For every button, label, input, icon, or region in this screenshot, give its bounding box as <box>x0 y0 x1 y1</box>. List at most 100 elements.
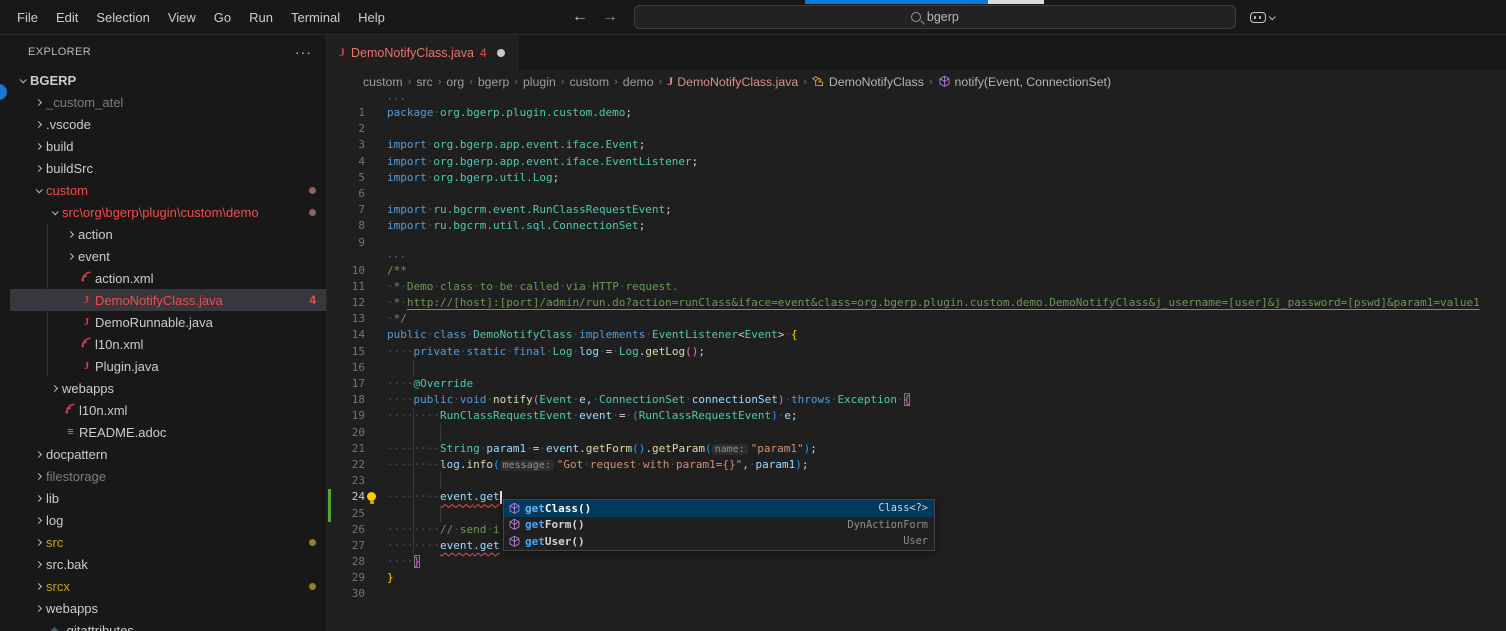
breadcrumb-org[interactable]: org <box>446 75 464 89</box>
tree-item--vscode[interactable]: .vscode <box>10 113 326 135</box>
tree-item--custom-atel[interactable]: _custom_atel <box>10 91 326 113</box>
code-line-4: 4import·org.bgerp.app.event.iface.EventL… <box>327 154 1506 170</box>
tab-dirty-dot[interactable] <box>497 49 505 57</box>
copilot-menu[interactable] <box>1250 12 1274 23</box>
line-content: ········String·param1·=·event.getForm().… <box>387 441 817 457</box>
whitespace-dot: · <box>599 345 606 358</box>
code-line-5: 5import·org.bgerp.util.Log; <box>327 170 1506 186</box>
nav-back-button[interactable]: ← <box>572 8 588 26</box>
tree-item-label: README.adoc <box>79 425 166 440</box>
glyph-margin <box>365 279 387 295</box>
tree-item-docpattern[interactable]: docpattern <box>10 443 326 465</box>
chevron-right-icon <box>62 232 78 237</box>
command-center-search[interactable]: bgerp <box>634 5 1236 29</box>
breadcrumb-method[interactable]: notify(Event, ConnectionSet) <box>938 75 1112 89</box>
tree-item--gitattributes[interactable]: ◆.gitattributes <box>10 619 326 631</box>
tree-item-demorunnable-java[interactable]: JDemoRunnable.java <box>10 311 326 333</box>
tree-item-custom[interactable]: custom <box>10 179 326 201</box>
line-content: ········//·send·i <box>387 522 500 538</box>
line-content: ··· <box>387 93 406 105</box>
tree-item-src[interactable]: src <box>10 531 326 553</box>
tree-item-plugin-java[interactable]: JPlugin.java <box>10 355 326 377</box>
token: ·=· <box>526 442 546 455</box>
tree-item-log[interactable]: log <box>10 509 326 531</box>
suggest-item-getuser[interactable]: getUser() User <box>504 533 934 550</box>
breadcrumb-bgerp[interactable]: bgerp <box>478 75 509 89</box>
lightbulb-icon[interactable] <box>367 492 376 501</box>
tree-item-src-bak[interactable]: src.bak <box>10 553 326 575</box>
suggest-label: getUser() <box>525 535 585 548</box>
breadcrumb-file[interactable]: JDemoNotifyClass.java <box>667 74 798 89</box>
tree-item-action-xml[interactable]: action.xml <box>10 267 326 289</box>
tree-item-event[interactable]: event <box>10 245 326 267</box>
breadcrumb-src[interactable]: src <box>416 75 432 89</box>
tree-item-readme-adoc[interactable]: ≡README.adoc <box>10 421 326 443</box>
token: · <box>453 393 460 406</box>
breadcrumb-separator: › <box>561 76 565 88</box>
tree-item-buildsrc[interactable]: buildSrc <box>10 157 326 179</box>
breadcrumb-demo[interactable]: demo <box>623 75 654 89</box>
menu-item-view[interactable]: View <box>159 6 205 29</box>
tree-item-label: log <box>46 513 63 528</box>
tree-item-filestorage[interactable]: filestorage <box>10 465 326 487</box>
nav-forward-button[interactable]: → <box>602 8 618 26</box>
token: notify <box>493 393 533 406</box>
whitespace-dot: · <box>493 280 500 293</box>
breadcrumb-plugin[interactable]: plugin <box>523 75 556 89</box>
java-file-icon: J <box>667 74 673 89</box>
tree-item-webapps[interactable]: webapps <box>10 377 326 399</box>
menu-item-terminal[interactable]: Terminal <box>282 6 349 29</box>
tree-item-demonotifyclass-java[interactable]: JDemoNotifyClass.java4 <box>10 289 326 311</box>
breadcrumb-custom[interactable]: custom <box>363 75 403 89</box>
tree-item-decorations <box>309 187 316 194</box>
glyph-margin <box>365 570 387 586</box>
tab-error-badge: 4 <box>480 46 487 60</box>
token: ) <box>795 458 802 471</box>
line-content: ····public·void·notify(Event·e,·Connecti… <box>387 392 910 408</box>
explorer-more-actions-button[interactable]: ··· <box>295 44 312 60</box>
token: . <box>473 490 480 503</box>
token: RunClassRequestEvent <box>440 409 572 422</box>
suggest-item-getclass[interactable]: getClass()Class<?> <box>504 500 934 517</box>
code-line-21: 21········String·param1·=·event.getForm(… <box>327 441 1506 457</box>
line-number: 14 <box>327 327 365 343</box>
menu-item-help[interactable]: Help <box>349 6 394 29</box>
breadcrumb-custom[interactable]: custom <box>569 75 609 89</box>
code-line-23: 23 <box>327 473 1506 489</box>
tree-item-build[interactable]: build <box>10 135 326 157</box>
breadcrumb-class[interactable]: DemoNotifyClass <box>812 75 924 89</box>
token: ,· <box>586 393 599 406</box>
tree-item-decorations <box>309 209 316 216</box>
whitespace-dot: · <box>400 296 407 309</box>
code-editor[interactable]: ···1package·org.bgerp.plugin.custom.demo… <box>327 93 1506 631</box>
file-tree: BGERP _custom_atel .vscodebuildbuildSrccus… <box>10 69 326 631</box>
java-file-icon: J <box>78 294 95 306</box>
token: } <box>387 571 394 584</box>
menu-item-go[interactable]: Go <box>205 6 240 29</box>
tree-item-lib[interactable]: lib <box>10 487 326 509</box>
menu-bar: FileEditSelectionViewGoRunTerminalHelp <box>8 6 394 29</box>
menu-item-run[interactable]: Run <box>240 6 282 29</box>
tree-item-src-org-bgerp-plugin-custom-demo[interactable]: src\org\bgerp\plugin\custom\demo <box>10 201 326 223</box>
suggest-item-getform[interactable]: getForm()DynActionForm <box>504 517 934 534</box>
menu-item-selection[interactable]: Selection <box>87 6 158 29</box>
token: ; <box>665 203 672 216</box>
tree-item-l10n-xml[interactable]: l10n.xml <box>10 399 326 421</box>
tree-item-l10n-xml[interactable]: l10n.xml <box>10 333 326 355</box>
menu-item-file[interactable]: File <box>8 6 47 29</box>
tree-item-label: src\org\bgerp\plugin\custom\demo <box>62 205 259 220</box>
token: final <box>513 345 546 358</box>
tree-item-srcx[interactable]: srcx <box>10 575 326 597</box>
suggest-detail: User <box>903 535 928 547</box>
xml-file-icon <box>78 271 95 285</box>
tree-item-action[interactable]: action <box>10 223 326 245</box>
tab-demonotifyclass[interactable]: J DemoNotifyClass.java 4 <box>327 35 518 70</box>
chevron-right-icon <box>62 254 78 259</box>
token: ; <box>553 171 560 184</box>
menu-item-edit[interactable]: Edit <box>47 6 87 29</box>
tree-item-label: _custom_atel <box>46 95 123 110</box>
glyph-margin <box>365 170 387 186</box>
token: param1 <box>756 458 796 471</box>
tree-item-webapps[interactable]: webapps <box>10 597 326 619</box>
tree-item-bgerp[interactable]: BGERP <box>10 69 326 91</box>
